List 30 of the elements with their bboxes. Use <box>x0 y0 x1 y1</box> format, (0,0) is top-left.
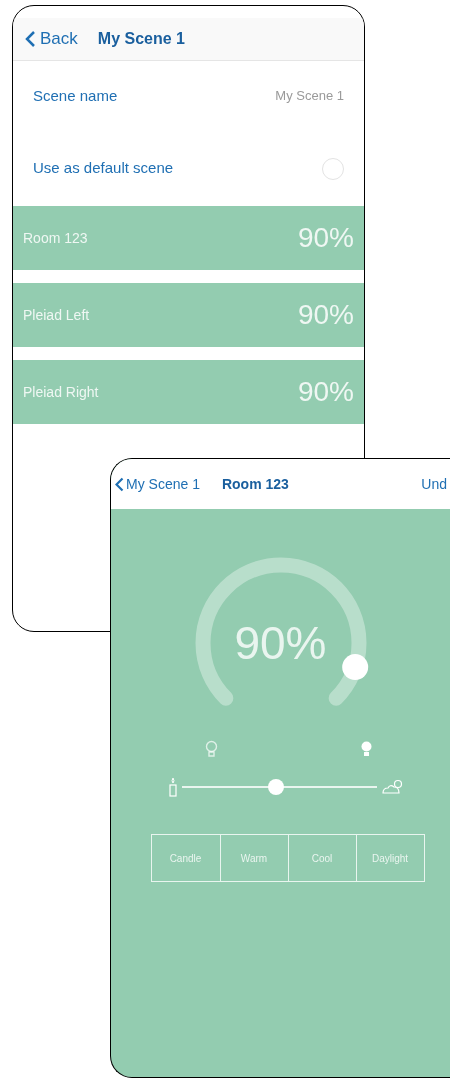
light-name: Pleiad Right <box>23 382 99 402</box>
setting-label: Use as default scene <box>33 158 174 179</box>
screen-title: Room 123 <box>221 474 289 494</box>
preset-button[interactable]: Daylight <box>355 835 424 881</box>
screen-title: My Scene 1 <box>97 29 185 49</box>
chevron-left-icon <box>25 30 36 48</box>
back-button[interactable]: Back <box>25 26 78 52</box>
light-name: Room 123 <box>23 228 88 248</box>
lightbulb-icon <box>204 740 218 758</box>
preset-button[interactable]: Warm <box>219 835 288 881</box>
undo-button[interactable]: Und <box>421 473 447 495</box>
preset-button[interactable]: Cool <box>287 835 356 881</box>
brightness-reading: 90% <box>297 221 354 255</box>
back-button[interactable]: My Scene 1 <box>115 473 200 495</box>
scene-name-field[interactable]: My Scene 1 <box>275 86 344 106</box>
dial-thumb[interactable] <box>341 654 368 681</box>
chevron-left-icon <box>115 476 124 492</box>
light-row[interactable]: Room 123 90% <box>13 206 364 270</box>
brightness-reading: 90% <box>297 375 354 409</box>
slider-thumb[interactable] <box>267 779 284 795</box>
lightbulb-icon <box>359 740 373 758</box>
light-row[interactable]: Pleiad Right 90% <box>13 360 364 424</box>
light-name: Pleiad Left <box>23 305 90 325</box>
preset-button[interactable]: Candle <box>151 835 220 881</box>
brightness-reading: 90% <box>297 298 354 332</box>
brightness-reading: 90% <box>233 620 328 666</box>
setting-label: Scene name <box>33 85 118 106</box>
light-row[interactable]: Pleiad Left 90% <box>13 283 364 347</box>
sun-cloud-icon <box>381 779 405 795</box>
candle-icon <box>168 777 178 797</box>
